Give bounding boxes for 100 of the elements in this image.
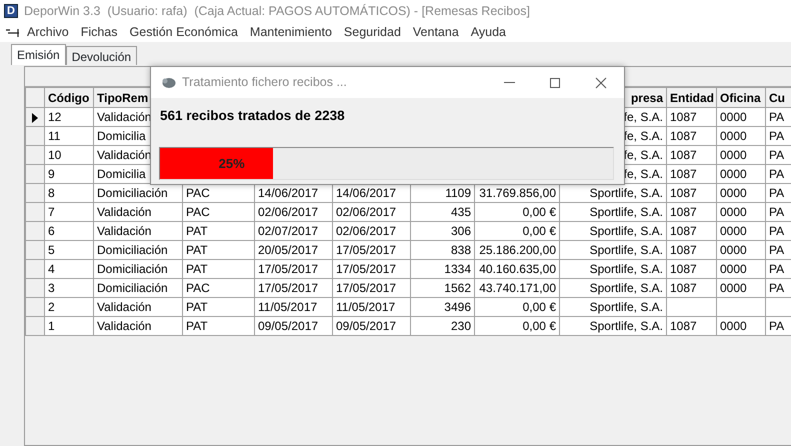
menu-item[interactable]: Ayuda [466,22,512,42]
table-cell: 09/05/2017 [332,316,410,336]
row-selector[interactable] [26,108,44,126]
table-cell: 1087 [666,146,716,164]
close-icon [595,76,607,88]
table-cell: 1562 [410,278,474,298]
table-cell: 43.740.171,00 [474,278,560,298]
column-header: Código [44,88,94,108]
app-logo: D [4,4,18,18]
table-cell: 6 [44,222,94,240]
menu-item[interactable]: Seguridad [338,22,406,42]
table-cell: 0000 [716,260,766,278]
table-cell: 0000 [716,164,766,184]
table-cell: 1087 [666,164,716,184]
tab[interactable]: Devolución [66,46,138,65]
table-cell: 40.160.635,00 [474,260,560,278]
table-cell: 12 [44,108,94,126]
table-cell: Sportlife, S.A. [560,240,666,260]
table-cell: 230 [410,316,474,336]
table-cell: 0000 [716,222,766,240]
dialog-title: Tratamiento fichero recibos ... [182,74,347,92]
table-cell: 0,00 € [474,202,560,222]
table-cell: 0000 [716,108,766,126]
table-cell: PAC [182,278,254,298]
table-cell: Sportlife, S.A. [560,316,666,336]
table-cell: PAT [182,316,254,336]
table-cell: 0,00 € [474,222,560,240]
table-cell: 0,00 € [474,316,560,336]
minimize-icon [504,82,514,83]
table-cell: 0000 [716,278,766,298]
table-cell: 838 [410,240,474,260]
table-cell: 1087 [666,316,716,336]
menu-item[interactable]: Mantenimiento [244,22,337,42]
table-cell: 306 [410,222,474,240]
window-icon[interactable] [6,27,20,37]
table-cell: Sportlife, S.A. [560,222,666,240]
table-cell: PAT [182,260,254,278]
table-cell: 17/05/2017 [332,278,410,298]
table-cell: 02/06/2017 [254,202,332,222]
table-cell: Sportlife, S.A. [560,202,666,222]
table-cell: 17/05/2017 [254,278,332,298]
table-cell: 1 [44,316,94,336]
table-cell: 0000 [716,202,766,222]
table-cell: Domiciliación [94,240,182,260]
column-header: Entidad [666,88,716,108]
table-cell: Domiciliación [94,278,182,298]
table-cell: 3496 [410,298,474,316]
window-title: DeporWin 3.3 (Usuario: rafa) (Caja Actual: PAGOS AUTOMÁTICOS) - [Remesas Recibos] [24,2,530,20]
table-cell: Validación [94,316,182,336]
table-cell: 10 [44,146,94,164]
table-cell: 1087 [666,278,716,298]
table-cell: 0000 [716,146,766,164]
table-cell: 0000 [716,316,766,336]
table-cell: 25.186.200,00 [474,240,560,260]
table-cell: 17/05/2017 [254,260,332,278]
table-cell: 20/05/2017 [254,240,332,260]
table-cell: 02/07/2017 [254,222,332,240]
app-icon [161,76,176,88]
table-cell: 435 [410,202,474,222]
table-cell: 1087 [666,126,716,146]
table-cell: 4 [44,260,94,278]
table-cell: 8 [44,184,94,202]
table-cell: 0000 [716,240,766,260]
table-cell: Sportlife, S.A. [560,278,666,298]
table-cell: 11/05/2017 [332,298,410,316]
table-cell: 02/06/2017 [332,202,410,222]
menu-item[interactable]: Archivo [22,22,74,42]
menu-item[interactable]: Ventana [408,22,464,42]
table-cell: 1334 [410,260,474,278]
column-header: Cu [766,88,791,108]
table-cell: PAT [182,298,254,316]
table-cell: PAT [182,240,254,260]
table-cell: 9 [44,164,94,184]
column-header: Oficina [716,88,766,108]
table-cell: 7 [44,202,94,222]
table-cell: 2 [44,298,94,316]
menu-item[interactable]: Gestión Económica [124,22,243,42]
table-cell: 1087 [666,108,716,126]
table-cell: 0000 [716,184,766,202]
menu-item[interactable]: Fichas [76,22,123,42]
table-cell: 0000 [716,126,766,146]
table-cell: 11/05/2017 [254,298,332,316]
progress-label: 25% [218,155,245,173]
table-cell: 1087 [666,222,716,240]
table-cell: Domiciliación [94,260,182,278]
table-cell: Sportlife, S.A. [560,298,666,316]
table-cell: 1087 [666,202,716,222]
table-cell: Validación [94,202,182,222]
table-cell: PAT [182,222,254,240]
tab[interactable]: Emisión [11,44,66,65]
table-cell: 1087 [666,184,716,202]
table-cell: 09/05/2017 [254,316,332,336]
table-cell: 1087 [666,240,716,260]
table-cell: 17/05/2017 [332,240,410,260]
table-cell: 17/05/2017 [332,260,410,278]
table-cell: 5 [44,240,94,260]
table-cell: Validación [94,222,182,240]
table-cell: PAC [182,202,254,222]
table-cell: 11 [44,126,94,146]
table-cell: 3 [44,278,94,298]
